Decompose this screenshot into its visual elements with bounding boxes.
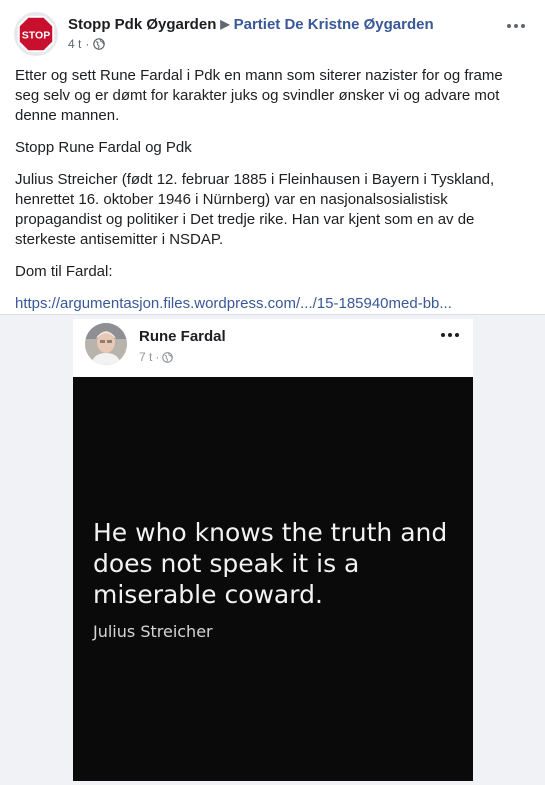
rune-fardal-avatar[interactable] — [85, 323, 127, 365]
post-link[interactable]: https://argumentasjon.files.wordpress.co… — [15, 295, 452, 312]
quote-line: miserable coward. — [93, 580, 323, 609]
more-options-icon-dot — [521, 24, 525, 28]
shared-post-header: Rune Fardal 7 t · — [73, 319, 473, 377]
more-options-icon-dot — [455, 333, 459, 337]
meta-separator: · — [85, 37, 90, 51]
post-meta: 4 t · — [68, 37, 434, 51]
shared-more-options-icon — [441, 333, 459, 337]
page-name-link[interactable]: Stopp Pdk Øygarden — [68, 16, 216, 33]
more-options-icon-dot — [441, 333, 445, 337]
post-paragraph: Etter og sett Rune Fardal i Pdk en mann … — [15, 67, 503, 124]
post-paragraph: Dom til Fardal: — [15, 263, 113, 280]
quote-line: He who knows the truth and — [93, 518, 448, 547]
post-more-options-button[interactable] — [501, 16, 531, 36]
profile-photo-icon — [85, 323, 127, 365]
shared-author-name[interactable]: Rune Fardal — [139, 328, 226, 345]
post-media[interactable]: Rune Fardal 7 t · He who knows the truth… — [0, 314, 545, 785]
post-paragraph: Julius Streicher (født 12. februar 1885 … — [15, 171, 495, 248]
quote-author: Julius Streicher — [93, 622, 213, 641]
post-header-text: Stopp Pdk Øygarden ▶ Partiet De Kristne Øy… — [68, 16, 434, 51]
more-options-icon-dot — [448, 333, 452, 337]
page-avatar[interactable]: STOP — [14, 12, 58, 56]
globe-icon — [162, 351, 174, 363]
stop-sign-icon: STOP — [17, 15, 55, 53]
quote-text: He who knows the truth and does not spea… — [93, 517, 463, 610]
shared-timestamp: 7 t — [139, 350, 153, 364]
group-name-link[interactable]: Partiet De Kristne Øygarden — [234, 16, 434, 33]
more-options-icon — [507, 24, 511, 28]
more-options-icon-dot — [514, 24, 518, 28]
shared-post-meta: 7 t · — [139, 350, 174, 364]
stop-sign-label: STOP — [22, 29, 50, 41]
triangle-right-icon: ▶ — [220, 17, 230, 31]
shared-screenshot[interactable]: Rune Fardal 7 t · He who knows the truth… — [73, 319, 473, 781]
post-body: Etter og sett Rune Fardal i Pdk en mann … — [15, 66, 530, 326]
post-header: STOP Stopp Pdk Øygarden ▶ Partiet De Krist… — [14, 12, 531, 62]
meta-separator: · — [155, 350, 160, 364]
quote-line: does not speak it is a — [93, 549, 360, 578]
post-paragraph: Stopp Rune Fardal og Pdk — [15, 139, 192, 156]
globe-icon[interactable] — [93, 38, 106, 50]
post-timestamp[interactable]: 4 t — [68, 37, 81, 51]
post-title-line: Stopp Pdk Øygarden ▶ Partiet De Kristne Øy… — [68, 16, 434, 33]
